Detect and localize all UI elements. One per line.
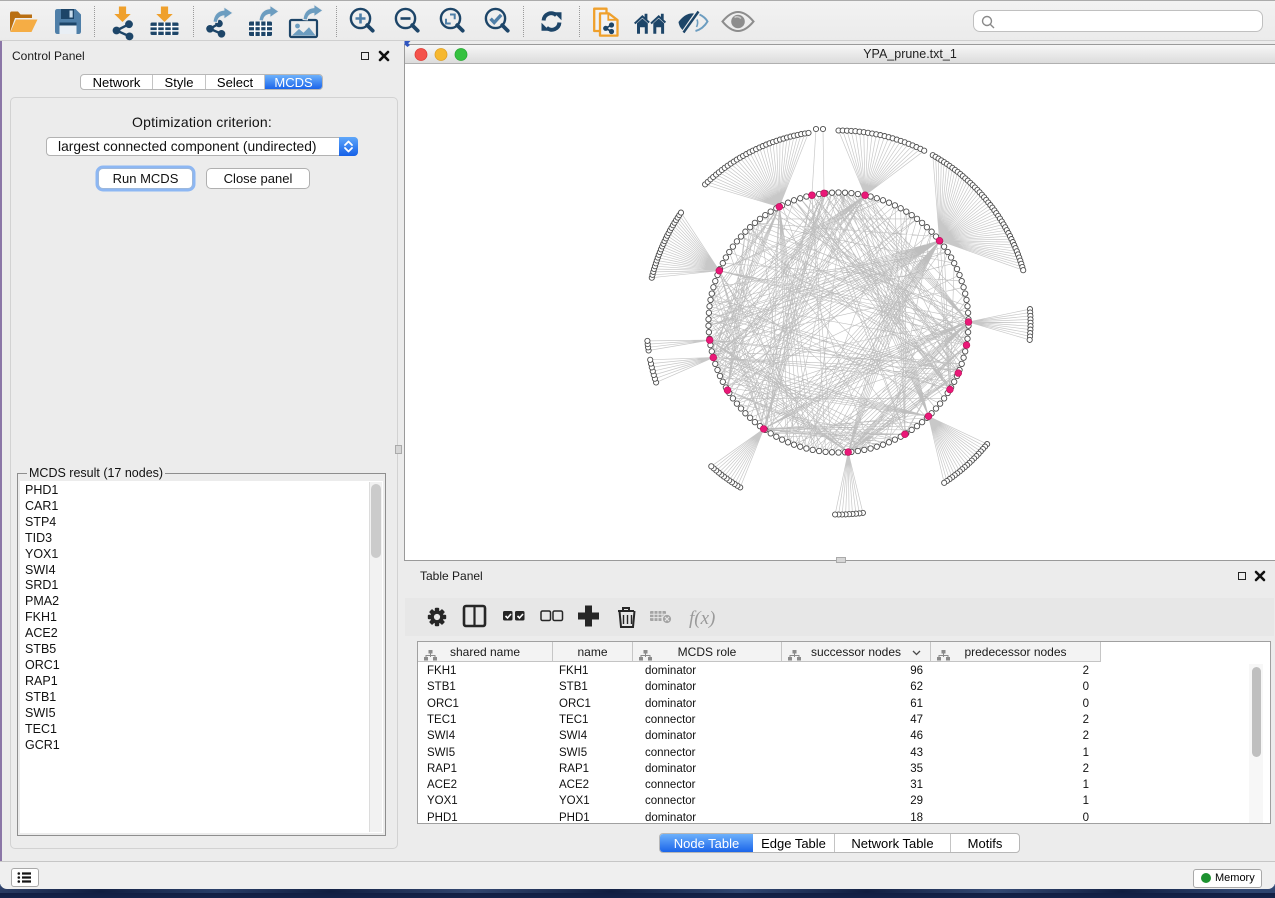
svg-text:f(x): f(x): [689, 608, 715, 629]
